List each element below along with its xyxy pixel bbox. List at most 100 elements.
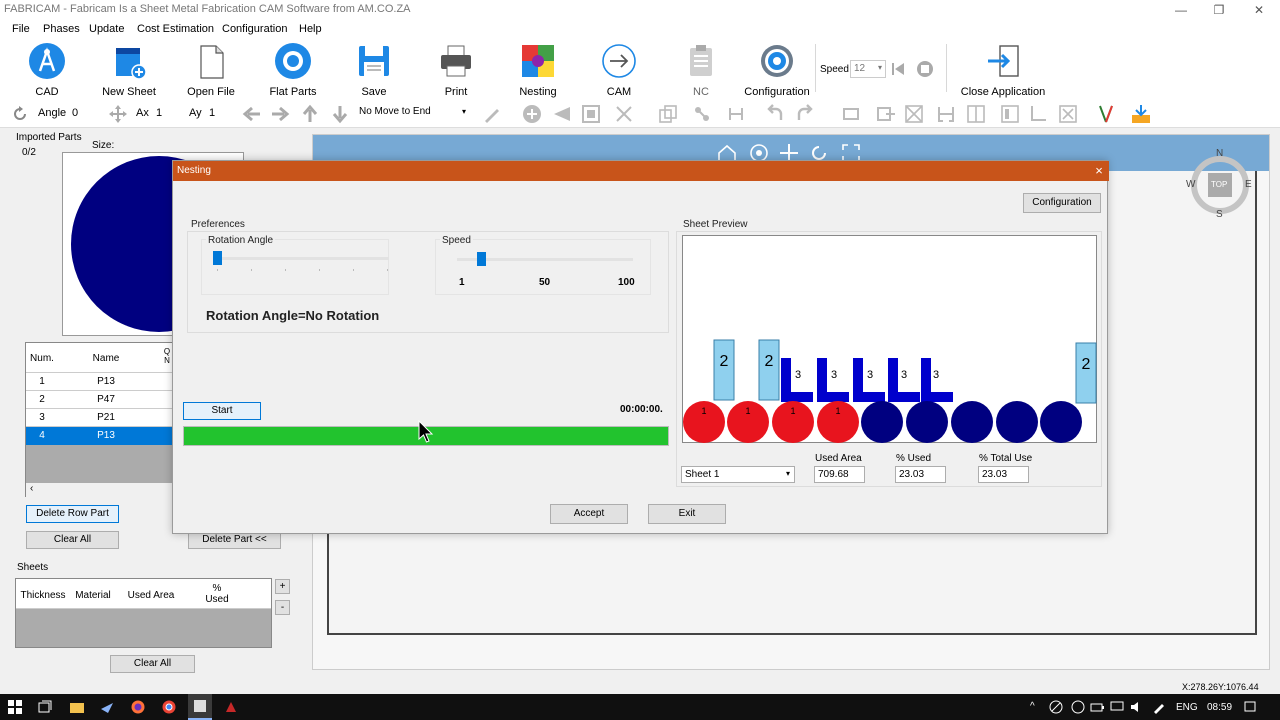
view-cube-compass[interactable]: N S W E TOP	[1183, 148, 1255, 221]
display-icon[interactable]	[1110, 700, 1124, 714]
stop-icon[interactable]	[916, 60, 934, 78]
copy-icon[interactable]	[658, 104, 678, 124]
table-row[interactable]: 1 P13	[26, 373, 174, 391]
menu-help[interactable]: Help	[299, 23, 322, 35]
array-icon[interactable]	[581, 104, 601, 124]
close-window-button[interactable]: ✕	[1240, 0, 1278, 20]
table-row[interactable]: 3 P21	[26, 409, 174, 427]
exit-button[interactable]: Exit	[648, 504, 726, 524]
export-icon[interactable]	[876, 104, 896, 124]
clear-all-sheets-button[interactable]: Clear All	[110, 655, 195, 673]
scroll-left-icon[interactable]: ‹	[30, 483, 33, 494]
nesting-configuration-button[interactable]: Configuration	[1023, 193, 1101, 213]
minimize-button[interactable]: —	[1162, 0, 1200, 20]
speed-slider-thumb[interactable]	[477, 252, 487, 266]
move-mode-select[interactable]: No Move to End ▾	[356, 104, 470, 122]
add-circle-icon[interactable]	[522, 104, 542, 124]
delete-box-icon[interactable]	[1058, 104, 1078, 124]
window-title: FABRICAM - Fabricam Is a Sheet Metal Fab…	[4, 3, 411, 15]
arrow-down-icon[interactable]	[330, 104, 350, 124]
windows-start-icon[interactable]	[8, 700, 22, 714]
sheet-export-icon[interactable]	[1130, 104, 1150, 124]
grid-cross-icon[interactable]	[966, 104, 986, 124]
mirror-icon[interactable]	[552, 104, 572, 124]
cam-button[interactable]: CAM	[584, 42, 654, 98]
table-row[interactable]: 2 P47	[26, 391, 174, 409]
delete-row-part-button[interactable]: Delete Row Part	[26, 505, 119, 523]
nc-delete-icon[interactable]	[614, 104, 634, 124]
menu-configuration[interactable]: Configuration	[222, 23, 287, 35]
used-area-field[interactable]: 709.68	[814, 466, 865, 483]
cad-button[interactable]: CAD	[12, 42, 82, 98]
clock[interactable]: 08:59	[1207, 702, 1232, 713]
configuration-button[interactable]: Configuration	[742, 42, 812, 98]
menu-file[interactable]: File	[12, 23, 30, 35]
pencil-icon[interactable]	[482, 104, 502, 124]
app-red-icon[interactable]	[224, 700, 238, 714]
fabricam-taskbar-icon[interactable]	[188, 694, 212, 720]
ax-input[interactable]: 1	[152, 104, 182, 122]
rotation-angle-slider[interactable]	[213, 251, 389, 265]
percent-used-field[interactable]: 23.03	[895, 466, 946, 483]
link-icon[interactable]	[692, 104, 712, 124]
percent-total-use-label: % Total Use	[979, 453, 1033, 464]
chevron-up-icon[interactable]: ^	[1030, 701, 1042, 713]
angle-input[interactable]: 0	[68, 104, 98, 122]
pen-icon[interactable]	[1152, 700, 1166, 714]
language-indicator[interactable]: ENG	[1176, 702, 1198, 713]
rotate-icon[interactable]	[10, 104, 30, 124]
clear-all-parts-button[interactable]: Clear All	[26, 531, 119, 549]
firefox-icon[interactable]	[131, 700, 145, 714]
arrow-left-icon[interactable]	[242, 104, 262, 124]
network-status-icon[interactable]	[1049, 700, 1063, 714]
horizontal-scrollbar[interactable]: ‹	[26, 483, 174, 497]
maximize-button[interactable]: ❐	[1200, 0, 1238, 20]
chrome-tray-icon[interactable]	[1071, 700, 1085, 714]
nc-button[interactable]: NC	[666, 42, 736, 98]
app-bird-icon[interactable]	[100, 700, 114, 714]
crossed-box-icon[interactable]	[904, 104, 924, 124]
rotation-angle-slider-thumb[interactable]	[213, 251, 222, 265]
menu-cost-estimation[interactable]: Cost Estimation	[137, 23, 214, 35]
dialog-close-icon[interactable]: ×	[1091, 163, 1107, 179]
file-explorer-icon[interactable]	[70, 700, 84, 714]
align-icon[interactable]	[841, 104, 861, 124]
speaker-icon[interactable]	[1130, 700, 1144, 714]
step-back-icon[interactable]	[889, 60, 907, 78]
save-button[interactable]: Save	[339, 42, 409, 98]
speed-slider[interactable]	[457, 252, 633, 266]
battery-icon[interactable]	[1090, 700, 1104, 714]
start-button[interactable]: Start	[183, 402, 261, 420]
remove-sheet-button[interactable]: -	[275, 600, 290, 615]
ay-input[interactable]: 1	[205, 104, 241, 122]
measure-icon[interactable]	[1096, 104, 1116, 124]
speed-spinner[interactable]: 12 ▾	[850, 60, 886, 78]
add-sheet-button[interactable]: +	[275, 579, 290, 594]
nesting-button[interactable]: Nesting	[503, 42, 573, 98]
arrow-right-icon[interactable]	[270, 104, 290, 124]
corner-icon[interactable]	[1028, 104, 1048, 124]
accept-button[interactable]: Accept	[550, 504, 628, 524]
new-sheet-button[interactable]: New Sheet	[94, 42, 164, 98]
sheet-select[interactable]: Sheet 1 ▾	[681, 466, 795, 483]
move-icon[interactable]	[108, 104, 128, 124]
table-row-selected[interactable]: 4 P13	[26, 427, 174, 445]
flat-parts-button[interactable]: Flat Parts	[258, 42, 328, 98]
notification-icon[interactable]	[1243, 700, 1257, 714]
speed-tick-max: 100	[618, 277, 635, 288]
panel-icon[interactable]	[1000, 104, 1020, 124]
chrome-icon[interactable]	[162, 700, 176, 714]
open-file-button[interactable]: Open File	[176, 42, 246, 98]
branch-icon[interactable]	[726, 104, 746, 124]
print-button[interactable]: Print	[421, 42, 491, 98]
percent-total-use-field[interactable]: 23.03	[978, 466, 1029, 483]
close-application-button[interactable]: Close Application	[958, 42, 1048, 98]
menu-phases[interactable]: Phases	[43, 23, 80, 35]
arrow-up-icon[interactable]	[300, 104, 320, 124]
bracket-icon[interactable]	[936, 104, 956, 124]
task-view-icon[interactable]	[38, 700, 52, 714]
redo-icon[interactable]	[795, 104, 815, 124]
menu-update[interactable]: Update	[89, 23, 124, 35]
ribbon-toolbar: CAD New Sheet Open File Flat Parts Save …	[0, 38, 1280, 98]
undo-icon[interactable]	[765, 104, 785, 124]
